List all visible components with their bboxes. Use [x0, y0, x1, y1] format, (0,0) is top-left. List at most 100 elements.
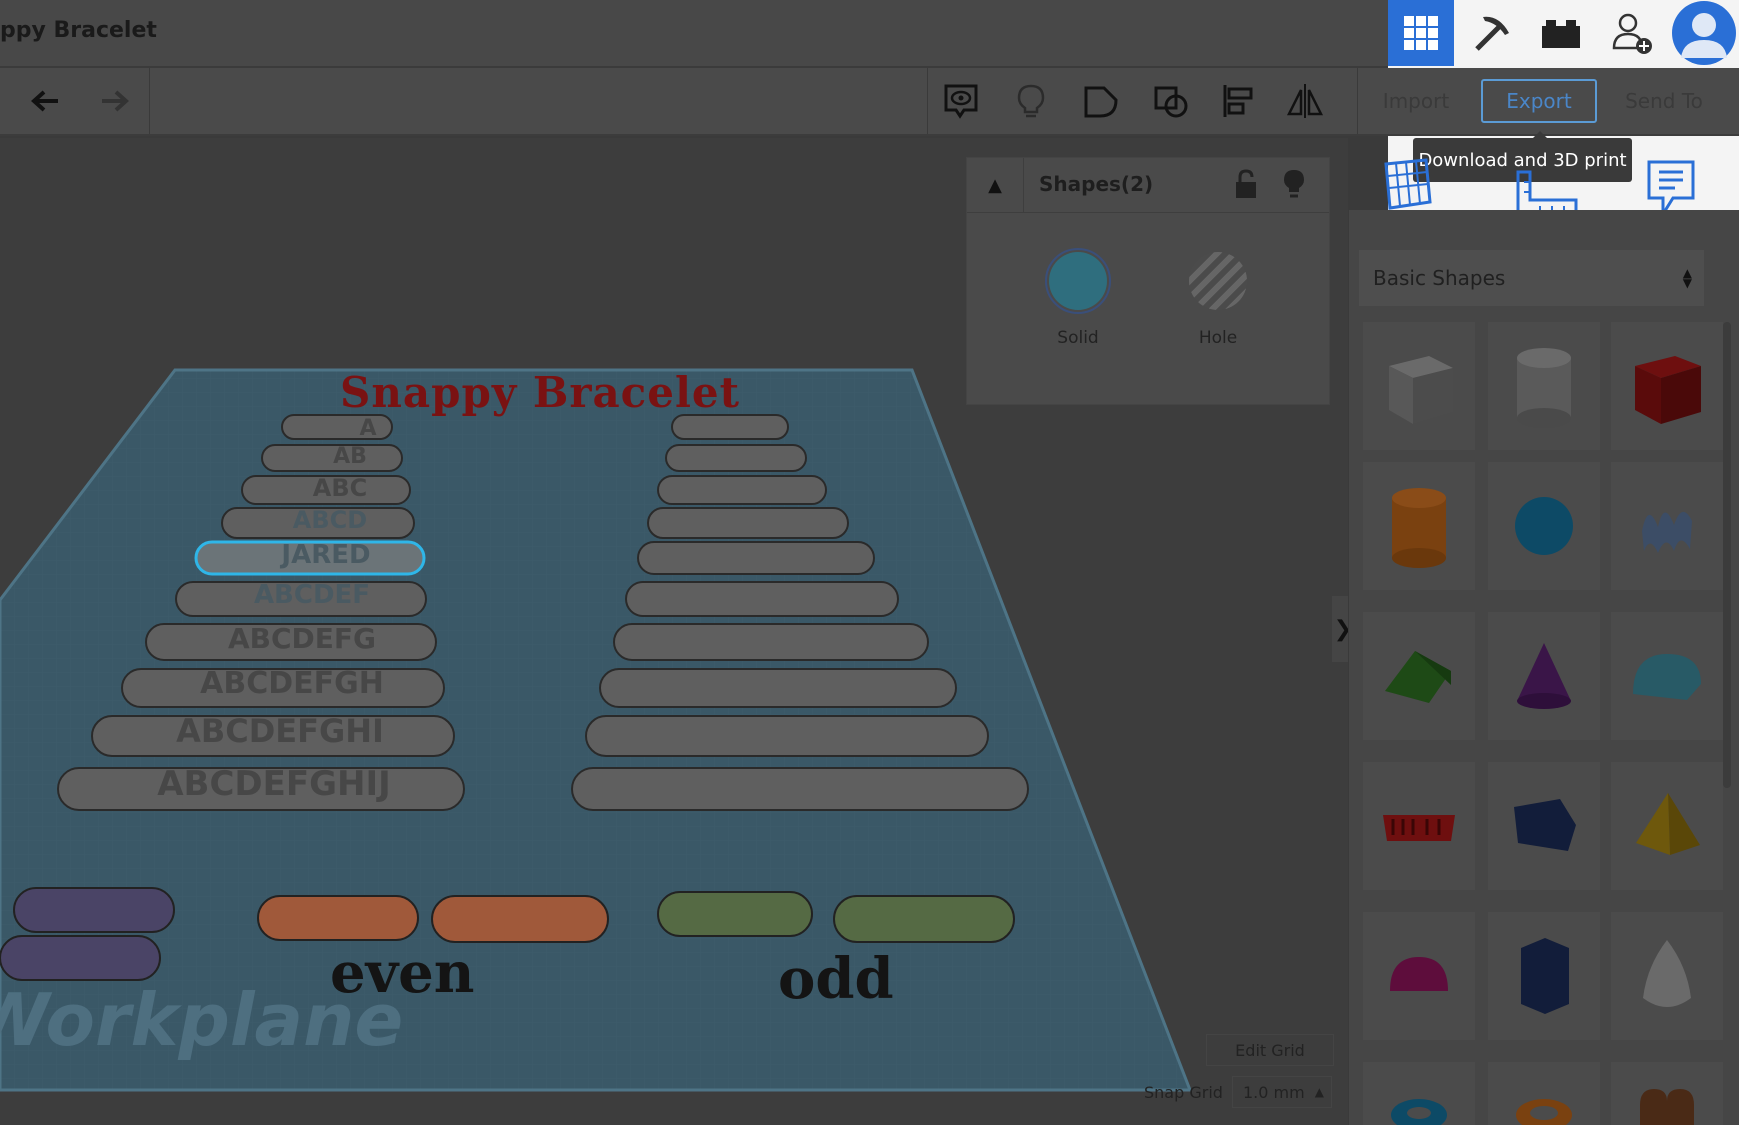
grid-view-button[interactable]: [1388, 0, 1454, 66]
send-to-button[interactable]: Send To: [1606, 79, 1722, 123]
orange-tube-icon: [1516, 1099, 1572, 1125]
undo-arrow-icon: [31, 90, 58, 112]
shape-pyramid[interactable]: [1611, 762, 1723, 890]
mirror-icon: [1286, 84, 1324, 118]
blocks-pickaxe-button[interactable]: [1458, 0, 1524, 66]
teal-round-roof-icon: [1633, 654, 1701, 700]
import-button[interactable]: Import: [1361, 79, 1471, 123]
purple-cone-icon: [1517, 643, 1571, 709]
shape-cylinder[interactable]: [1363, 462, 1475, 590]
add-user-icon: [1612, 13, 1652, 54]
inspector-header: ▲ Shapes(2): [967, 158, 1329, 213]
shape-library-panel: Basic Shapes ▲ ▼: [1348, 210, 1739, 1125]
solid-label: Solid: [1057, 328, 1099, 348]
ungroup-icon: [1154, 86, 1188, 118]
red-box-icon: [1635, 356, 1701, 424]
shape-roof[interactable]: [1363, 612, 1475, 740]
redo-button[interactable]: [80, 68, 146, 134]
group-icon: [1084, 86, 1118, 118]
profile-avatar[interactable]: [1668, 0, 1739, 66]
shape-text[interactable]: [1363, 762, 1475, 890]
bracelet-label: ABCDEF: [253, 580, 371, 610]
caret-up-icon: ▲: [1314, 1085, 1324, 1099]
edit-toolbar: [0, 68, 1739, 136]
notes-button[interactable]: [928, 68, 994, 134]
toolbar-divider: [1357, 68, 1358, 134]
bracelet-label: AB: [333, 444, 367, 469]
shape-cylinder-hole[interactable]: [1488, 322, 1600, 450]
magenta-half-sphere-icon: [1390, 957, 1448, 991]
shape-category-select[interactable]: Basic Shapes ▲ ▼: [1359, 250, 1704, 306]
shape-scribble[interactable]: [1611, 462, 1723, 590]
lock-icon[interactable]: [1233, 168, 1259, 200]
library-scrollbar[interactable]: [1723, 322, 1731, 788]
hole-label: Hole: [1198, 328, 1238, 348]
blue-sphere-icon: [1515, 497, 1573, 555]
striped-cylinder-icon: [1517, 348, 1571, 428]
shape-cone[interactable]: [1488, 612, 1600, 740]
speech-bubble-eye-icon: [944, 84, 978, 119]
lightbulb-icon[interactable]: [1281, 168, 1307, 200]
align-left-icon: [1223, 85, 1253, 117]
red-text-icon: [1383, 815, 1455, 841]
workplane-watermark: Workplane: [0, 978, 404, 1062]
bracelet-label: ABCD: [292, 506, 368, 534]
gray-paraboloid-icon: [1643, 940, 1691, 1007]
shape-tube[interactable]: [1488, 1062, 1600, 1125]
shape-box[interactable]: [1611, 322, 1723, 450]
shape-hexagonal-prism[interactable]: [1488, 912, 1600, 1040]
align-button[interactable]: [1206, 68, 1272, 134]
design-title[interactable]: ppy Bracelet: [0, 18, 157, 43]
bracelet-label: A: [359, 416, 377, 441]
edit-grid-button[interactable]: Edit Grid: [1206, 1034, 1334, 1066]
bricks-button[interactable]: [1528, 0, 1594, 66]
group-button[interactable]: [1068, 68, 1134, 134]
export-button[interactable]: Export: [1481, 79, 1597, 123]
shape-round-roof[interactable]: [1611, 612, 1723, 740]
shape-heart[interactable]: [1611, 1062, 1723, 1125]
snap-grid-select[interactable]: 1.0 mm ▲: [1232, 1076, 1332, 1108]
avatar-icon: [1671, 1, 1736, 65]
shape-half-sphere[interactable]: [1363, 912, 1475, 1040]
shape-sphere[interactable]: [1488, 462, 1600, 590]
navy-prism-icon: [1521, 938, 1569, 1014]
pickaxe-icon: [1475, 16, 1509, 51]
snap-grid-value: 1.0 mm: [1243, 1082, 1305, 1102]
inspector-title: Shapes(2): [1039, 172, 1154, 196]
mirror-button[interactable]: [1272, 68, 1338, 134]
shape-polygon[interactable]: [1488, 762, 1600, 890]
undo-button[interactable]: [14, 68, 80, 134]
scribble-icon: [1642, 511, 1692, 553]
bracelet-label-selected[interactable]: JARED: [236, 540, 416, 570]
yellow-pyramid-icon: [1636, 793, 1700, 855]
teal-torus-icon: [1391, 1099, 1447, 1125]
brick-icon: [1542, 20, 1580, 48]
shape-box-hole[interactable]: [1363, 322, 1475, 450]
design-name-text: Snappy Bracelet: [340, 368, 741, 417]
snap-grid-label: Snap Grid: [1144, 1083, 1223, 1102]
green-roof-icon: [1385, 651, 1451, 703]
solid-swatch: [1049, 252, 1107, 310]
ungroup-button[interactable]: [1138, 68, 1204, 134]
shape-inspector-panel: ▲ Shapes(2) Solid Hole: [966, 157, 1330, 405]
collapse-panel-toggle[interactable]: ❯: [1332, 596, 1348, 662]
bracelet-label: ABC: [312, 474, 368, 502]
redo-arrow-icon: [102, 90, 129, 112]
grid-icon: [1404, 16, 1438, 50]
shape-torus[interactable]: [1363, 1062, 1475, 1125]
invite-user-button[interactable]: [1598, 0, 1664, 66]
collapse-inspector-button[interactable]: ▲: [967, 158, 1024, 212]
hole-option[interactable]: [1189, 252, 1247, 310]
orange-cylinder-icon: [1392, 488, 1446, 568]
show-hidden-button[interactable]: [998, 68, 1064, 134]
brown-heart-icon: [1640, 1089, 1694, 1125]
caret-up-icon: ▲: [988, 174, 1002, 196]
bracelet-label: ABCDEFGHIJ: [157, 764, 391, 804]
solid-option[interactable]: [1045, 248, 1111, 314]
shape-paraboloid[interactable]: [1611, 912, 1723, 1040]
bracelet-label: ABCDEFGH: [200, 666, 384, 701]
chevron-updown-icon: ▲ ▼: [1682, 266, 1692, 290]
odd-label: odd: [778, 946, 894, 1012]
shape-category-value: Basic Shapes: [1373, 266, 1506, 290]
navy-polygon-icon: [1514, 799, 1576, 851]
